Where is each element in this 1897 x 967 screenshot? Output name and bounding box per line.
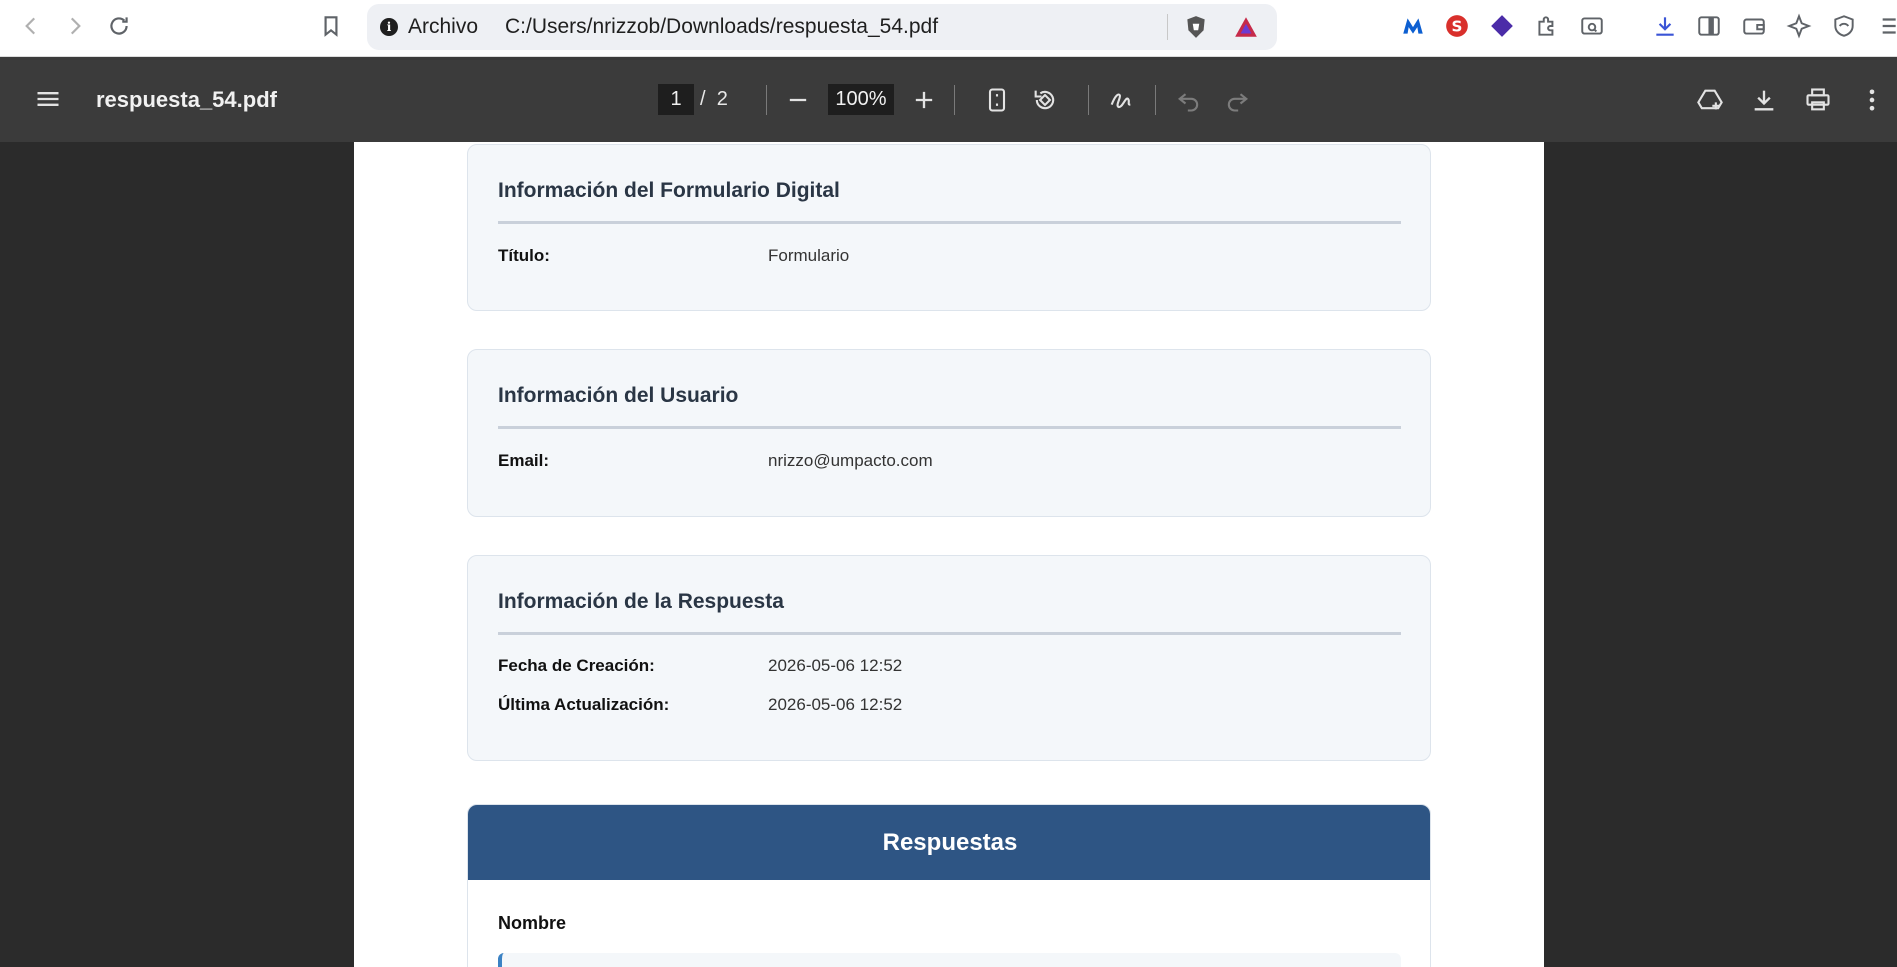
toolbar-divider	[954, 85, 955, 115]
page-separator: /	[700, 88, 706, 110]
answer-box	[498, 953, 1401, 967]
redo-icon[interactable]	[1219, 82, 1255, 118]
field-label: Título:	[498, 246, 550, 265]
leo-ai-icon[interactable]	[1782, 9, 1816, 43]
browser-menu-icon[interactable]	[1870, 9, 1897, 43]
vpn-icon[interactable]	[1827, 9, 1861, 43]
field-value: 2026-05-06 12:52	[768, 695, 903, 714]
responses-header: Respuestas	[468, 805, 1430, 880]
download-icon[interactable]	[1746, 82, 1782, 118]
more-options-icon[interactable]	[1854, 82, 1890, 118]
page-count: / 2	[700, 88, 728, 111]
fit-page-icon[interactable]	[979, 82, 1015, 118]
extension-seo-icon[interactable]: S	[1440, 9, 1474, 43]
section-divider	[498, 221, 1401, 224]
save-to-drive-icon[interactable]	[1692, 82, 1728, 118]
field-label: Email:	[498, 451, 550, 470]
section-divider	[498, 632, 1401, 635]
draw-annotation-icon[interactable]	[1103, 82, 1139, 118]
responses-title: Respuestas	[882, 829, 1018, 856]
field-label: Última Actualización:	[498, 695, 670, 714]
reload-icon[interactable]	[102, 9, 136, 43]
toolbar-divider	[766, 85, 767, 115]
print-icon[interactable]	[1800, 82, 1836, 118]
browser-toolbar: i Archivo C:/Users/nrizzob/Downloads/res…	[0, 0, 1897, 57]
total-pages: 2	[716, 88, 728, 110]
toolbar-divider	[1088, 85, 1089, 115]
address-scheme-label: Archivo	[408, 15, 479, 38]
extension-diamond-icon[interactable]	[1485, 9, 1519, 43]
sidebar-toggle-icon[interactable]	[1692, 9, 1726, 43]
response-info-card: Información de la Respuesta Fecha de Cre…	[467, 555, 1431, 761]
svg-text:S: S	[1452, 17, 1463, 35]
page-number-input[interactable]: 1	[658, 84, 694, 115]
brave-shields-icon[interactable]	[1179, 10, 1213, 44]
section-title: Información del Usuario	[498, 384, 739, 407]
back-icon[interactable]	[14, 9, 48, 43]
extensions-puzzle-icon[interactable]	[1530, 9, 1564, 43]
forward-icon[interactable]	[58, 9, 92, 43]
section-divider	[498, 426, 1401, 429]
pdf-page: Información del Formulario Digital Títul…	[354, 142, 1544, 967]
hamburger-menu-icon[interactable]	[30, 81, 66, 117]
pdf-filename: respuesta_54.pdf	[96, 87, 277, 112]
zoom-out-icon[interactable]	[780, 82, 816, 118]
field-value: nrizzo@umpacto.com	[768, 451, 933, 470]
undo-icon[interactable]	[1171, 82, 1207, 118]
field-value: 2026-05-06 12:52	[768, 656, 903, 675]
toolbar-divider	[1155, 85, 1156, 115]
search-page-icon[interactable]	[1575, 9, 1609, 43]
extension-m-icon[interactable]	[1396, 9, 1430, 43]
address-bar[interactable]: i Archivo C:/Users/nrizzob/Downloads/res…	[367, 4, 1277, 50]
responses-card: Respuestas Nombre	[467, 804, 1431, 967]
site-info-icon[interactable]: i	[380, 18, 398, 36]
wallet-icon[interactable]	[1737, 9, 1771, 43]
zoom-level-input[interactable]: 100%	[828, 84, 894, 115]
user-info-card: Información del Usuario Email: nrizzo@um…	[467, 349, 1431, 517]
section-title: Información del Formulario Digital	[498, 179, 840, 202]
address-url[interactable]: C:/Users/nrizzob/Downloads/respuesta_54.…	[505, 15, 938, 39]
field-value: Formulario	[768, 246, 850, 265]
pdf-toolbar: respuesta_54.pdf 1 / 2 100%	[0, 57, 1897, 142]
section-title: Información de la Respuesta	[498, 590, 784, 613]
bookmark-icon[interactable]	[314, 9, 348, 43]
form-info-card: Información del Formulario Digital Títul…	[467, 144, 1431, 311]
address-divider	[1167, 14, 1168, 40]
brave-rewards-icon[interactable]	[1229, 10, 1263, 44]
rotate-icon[interactable]	[1027, 82, 1063, 118]
question-label: Nombre	[498, 913, 567, 933]
zoom-in-icon[interactable]	[906, 82, 942, 118]
downloads-icon[interactable]	[1648, 9, 1682, 43]
field-label: Fecha de Creación:	[498, 656, 655, 675]
